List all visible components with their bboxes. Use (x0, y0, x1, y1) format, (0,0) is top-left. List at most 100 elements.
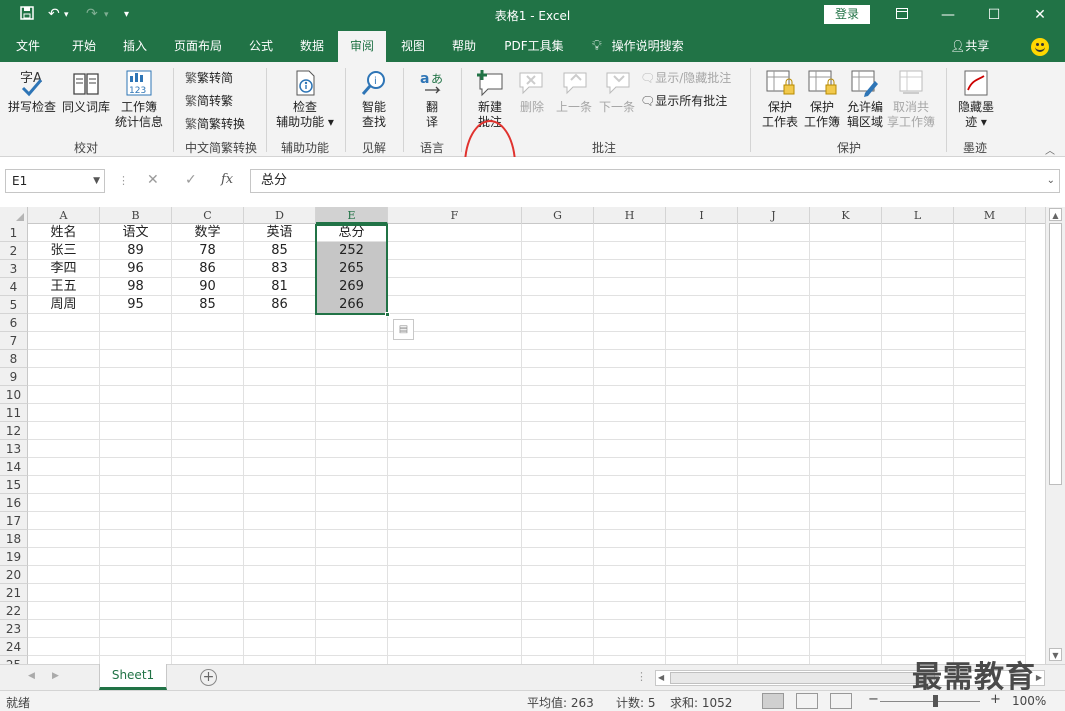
cell-b2[interactable]: 89 (100, 242, 171, 260)
fill-handle[interactable] (385, 312, 390, 317)
column-header-l[interactable]: L (882, 207, 954, 224)
tab-home[interactable]: 开始 (56, 31, 112, 62)
show-hide-comment-button[interactable]: 🗨︎显示/隐藏批注 (640, 70, 731, 86)
row-header-19[interactable]: 19 (0, 548, 28, 566)
allow-edit-ranges-button[interactable]: 允许编 辑区域 (844, 68, 886, 130)
hide-ink-button[interactable]: 隐藏墨 迹 ▾ (952, 68, 1000, 130)
row-header-8[interactable]: 8 (0, 350, 28, 368)
minimize-button[interactable]: — (925, 0, 971, 31)
delete-comment-button[interactable]: 删除 (514, 68, 550, 115)
sheet-tab-sheet1[interactable]: Sheet1 (99, 664, 167, 690)
row-header-3[interactable]: 3 (0, 260, 28, 278)
insert-function-icon[interactable]: fx (221, 172, 233, 187)
row-header-5[interactable]: 5 (0, 296, 28, 314)
vertical-scrollbar[interactable]: ▲ ▼ (1045, 207, 1065, 664)
column-header-e[interactable]: E (316, 207, 388, 224)
cell-c3[interactable]: 86 (172, 260, 243, 278)
tab-split-grip-icon[interactable]: ⋮ (636, 670, 647, 683)
zoom-level[interactable]: 100% (1012, 694, 1046, 708)
prev-sheet-icon[interactable]: ◀ (28, 671, 35, 681)
row-header-23[interactable]: 23 (0, 620, 28, 638)
cell-c4[interactable]: 90 (172, 278, 243, 296)
scroll-right-icon[interactable]: ▶ (1036, 671, 1042, 685)
check-accessibility-button[interactable]: 检查 辅助功能 ▾ (272, 68, 338, 130)
protect-sheet-button[interactable]: 保护 工作表 (760, 68, 800, 130)
next-comment-button[interactable]: 下一条 (596, 68, 638, 115)
thesaurus-button[interactable]: 同义词库 (60, 68, 112, 115)
expand-formula-icon[interactable]: ⌄ (1047, 170, 1055, 192)
column-header-g[interactable]: G (522, 207, 594, 224)
row-header-6[interactable]: 6 (0, 314, 28, 332)
row-header-22[interactable]: 22 (0, 602, 28, 620)
row-header-15[interactable]: 15 (0, 476, 28, 494)
row-header-10[interactable]: 10 (0, 386, 28, 404)
cell-a5[interactable]: 周周 (28, 296, 99, 314)
scroll-down-icon[interactable]: ▼ (1049, 648, 1062, 661)
page-layout-view-button[interactable] (796, 693, 818, 709)
formula-input[interactable]: 总分 ⌄ (250, 169, 1060, 193)
tab-view[interactable]: 视图 (390, 31, 436, 62)
row-header-25[interactable]: 25 (0, 656, 28, 664)
row-header-4[interactable]: 4 (0, 278, 28, 296)
column-header-h[interactable]: H (594, 207, 666, 224)
row-header-11[interactable]: 11 (0, 404, 28, 422)
share-button[interactable]: 👤︎共享 (950, 31, 989, 62)
cell-b5[interactable]: 95 (100, 296, 171, 314)
cell-d1[interactable]: 英语 (244, 224, 315, 242)
feedback-smiley-icon[interactable] (1031, 38, 1049, 56)
row-header-2[interactable]: 2 (0, 242, 28, 260)
row-header-9[interactable]: 9 (0, 368, 28, 386)
select-all-corner[interactable] (0, 207, 28, 224)
column-header-k[interactable]: K (810, 207, 882, 224)
traditional-to-simplified-button[interactable]: 繁繁转简 (185, 70, 233, 86)
quick-analysis-icon[interactable]: ▤ (393, 319, 414, 340)
cell-a1[interactable]: 姓名 (28, 224, 99, 242)
tab-page-layout[interactable]: 页面布局 (160, 31, 236, 62)
scroll-left-icon[interactable]: ◀ (658, 671, 664, 685)
translate-button[interactable]: aあ 翻 译 (410, 68, 454, 130)
row-header-13[interactable]: 13 (0, 440, 28, 458)
show-all-comments-button[interactable]: 🗨︎显示所有批注 (640, 93, 727, 109)
horizontal-scroll-thumb[interactable] (670, 672, 935, 684)
row-header-20[interactable]: 20 (0, 566, 28, 584)
cancel-icon[interactable]: ✕ (147, 172, 159, 188)
row-header-17[interactable]: 17 (0, 512, 28, 530)
cell-c2[interactable]: 78 (172, 242, 243, 260)
row-header-7[interactable]: 7 (0, 332, 28, 350)
enter-icon[interactable]: ✓ (185, 172, 197, 188)
tab-data[interactable]: 数据 (288, 31, 336, 62)
cell-b1[interactable]: 语文 (100, 224, 171, 242)
cell-c1[interactable]: 数学 (172, 224, 243, 242)
cell-d4[interactable]: 81 (244, 278, 315, 296)
cell-d2[interactable]: 85 (244, 242, 315, 260)
page-break-view-button[interactable] (830, 693, 852, 709)
tab-formulas[interactable]: 公式 (238, 31, 284, 62)
cell-c5[interactable]: 85 (172, 296, 243, 314)
worksheet-grid[interactable]: ABCDEFGHIJKLM 1 2 3 4 5 6 7 8 9 10 11 12 13 14 15 16 17 1… (0, 207, 1045, 664)
row-header-16[interactable]: 16 (0, 494, 28, 512)
cell-b3[interactable]: 96 (100, 260, 171, 278)
column-header-j[interactable]: J (738, 207, 810, 224)
close-button[interactable]: ✕ (1017, 0, 1063, 31)
cell-a4[interactable]: 王五 (28, 278, 99, 296)
column-header-f[interactable]: F (388, 207, 522, 224)
normal-view-button[interactable] (762, 693, 784, 709)
row-header-21[interactable]: 21 (0, 584, 28, 602)
cell-d5[interactable]: 86 (244, 296, 315, 314)
zoom-out-button[interactable]: − (868, 692, 879, 707)
tell-me-search[interactable]: 💡︎ 操作说明搜索 (592, 31, 684, 62)
tab-help[interactable]: 帮助 (440, 31, 488, 62)
smart-lookup-button[interactable]: i 智能 查找 (352, 68, 396, 130)
ribbon-display-icon[interactable] (879, 0, 925, 31)
maximize-button[interactable]: ☐ (971, 0, 1017, 31)
cell-b4[interactable]: 98 (100, 278, 171, 296)
tab-review[interactable]: 审阅 (338, 31, 386, 62)
name-box-dropdown-icon[interactable]: ▼ (93, 170, 100, 192)
row-header-24[interactable]: 24 (0, 638, 28, 656)
tab-insert[interactable]: 插入 (112, 31, 158, 62)
scroll-up-icon[interactable]: ▲ (1049, 208, 1062, 221)
login-button[interactable]: 登录 (824, 5, 870, 24)
vertical-scroll-thumb[interactable] (1049, 223, 1062, 485)
row-header-1[interactable]: 1 (0, 224, 28, 242)
column-header-c[interactable]: C (172, 207, 244, 224)
